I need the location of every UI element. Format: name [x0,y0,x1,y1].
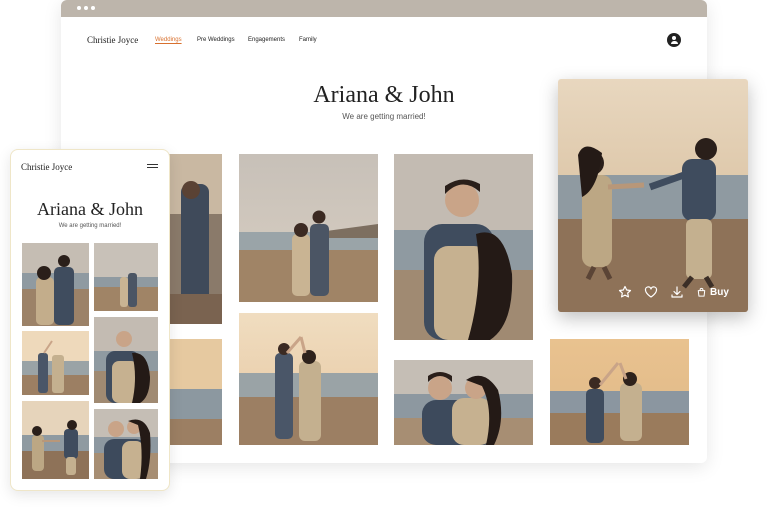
photo-lightbox[interactable]: Buy [558,79,748,312]
window-dot-icon [91,6,95,10]
site-header: Christie Joyce Weddings Pre Weddings Eng… [61,17,707,62]
gallery-photo[interactable] [394,360,533,445]
nav-link-family[interactable]: Family [299,37,317,43]
user-account-icon[interactable] [667,33,681,47]
mobile-gallery-title: Ariana & John [37,199,143,219]
lightbox-action-bar: Buy [558,282,748,302]
mobile-gallery-photo[interactable] [22,401,89,479]
mobile-gallery-photo[interactable] [22,331,89,395]
brand-logo[interactable]: Christie Joyce [87,35,138,45]
cart-icon [697,287,706,297]
buy-button[interactable]: Buy [696,284,729,300]
window-dot-icon [84,6,88,10]
mobile-gallery-photo[interactable] [94,409,158,479]
browser-title-bar [61,0,707,17]
star-icon[interactable] [617,284,633,300]
mobile-gallery-photo[interactable] [94,243,158,311]
window-dot-icon [77,6,81,10]
heart-icon[interactable] [643,284,659,300]
buy-label: Buy [710,286,729,298]
gallery-photo[interactable] [239,154,378,302]
mobile-gallery-photo[interactable] [22,243,89,326]
hamburger-menu-icon[interactable] [147,164,158,170]
nav-link-weddings[interactable]: Weddings [155,37,182,43]
mobile-gallery-subtitle: We are getting married! [58,223,122,229]
download-icon[interactable] [669,284,685,300]
gallery-photo[interactable] [550,339,689,445]
mobile-gallery-photo[interactable] [94,317,158,403]
nav-link-engagements[interactable]: Engagements [248,37,285,43]
mobile-brand-logo[interactable]: Christie Joyce [21,162,72,172]
nav-link-pre-weddings[interactable]: Pre Weddings [197,37,235,43]
gallery-photo[interactable] [394,154,533,340]
mobile-device-preview: Christie Joyce Ariana & John We are gett… [10,149,170,491]
gallery-photo[interactable] [239,313,378,445]
lightbox-photo [558,79,748,312]
